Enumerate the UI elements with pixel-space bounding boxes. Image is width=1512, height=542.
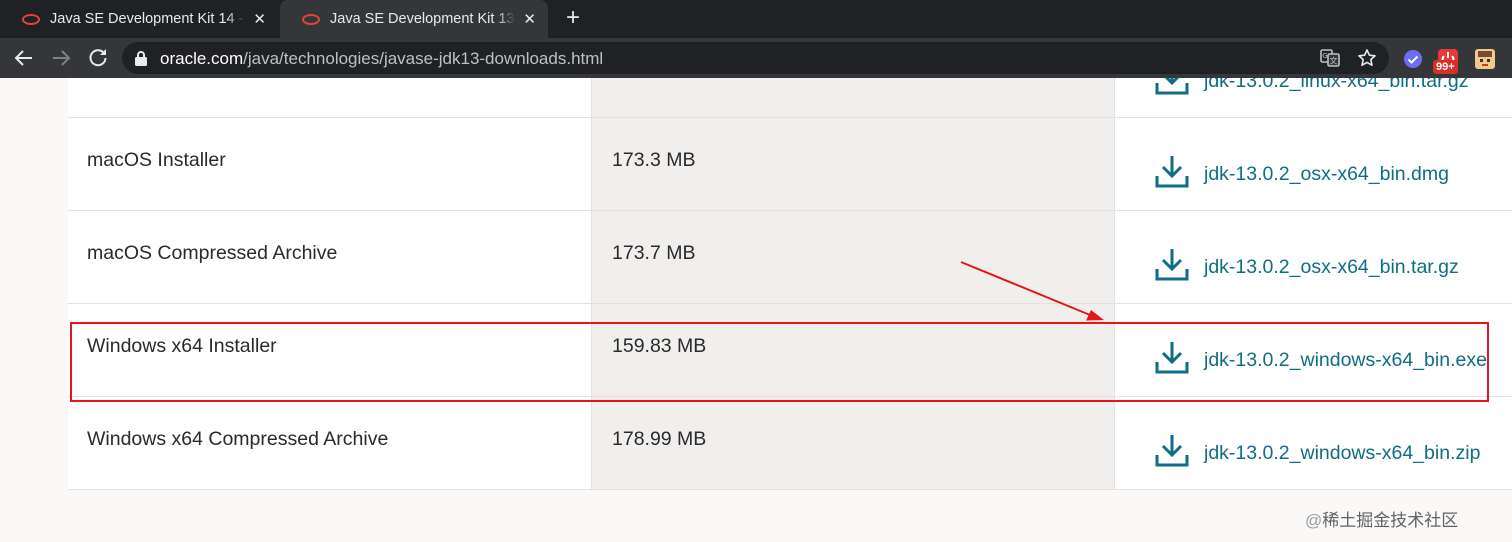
download-link[interactable]: jdk-13.0.2_windows-x64_bin.zip [1204, 442, 1480, 465]
download-icon[interactable] [1155, 154, 1189, 188]
star-icon[interactable] [1357, 48, 1377, 68]
downloads-table: Linux Compressed Archive 171.7 MB jdk-13.0… [68, 78, 1512, 490]
table-row: Windows x64 Compressed Archive 178.99 MB j… [68, 397, 1512, 490]
file-size-cell: 171.7 MB [591, 78, 1115, 117]
file-size: 173.3 MB [612, 149, 696, 171]
profile-avatar-icon[interactable] [1474, 48, 1496, 70]
description-cell: Windows x64 Compressed Archive [68, 397, 591, 489]
svg-text:文: 文 [1330, 56, 1338, 66]
close-icon[interactable]: ✕ [253, 10, 266, 28]
description-cell: Windows x64 Installer [68, 304, 591, 396]
oracle-icon [302, 13, 320, 25]
product-description: Linux Compressed Archive [87, 78, 319, 79]
download-icon[interactable] [1155, 78, 1189, 95]
download-cell: jdk-13.0.2_windows-x64_bin.exe [1115, 304, 1512, 396]
extension-check-icon[interactable] [1402, 48, 1424, 70]
file-size-cell: 159.83 MB [591, 304, 1115, 396]
download-link[interactable]: jdk-13.0.2_osx-x64_bin.tar.gz [1204, 256, 1459, 279]
table-row: macOS Compressed Archive 173.7 MB jdk-13.0… [68, 211, 1512, 304]
address-bar[interactable]: oracle.com/java/technologies/javase-jdk1… [122, 42, 1389, 74]
browser-toolbar: oracle.com/java/technologies/javase-jdk1… [0, 38, 1512, 78]
product-description: Windows x64 Compressed Archive [87, 428, 389, 450]
file-size: 173.7 MB [612, 242, 696, 264]
table-row: Windows x64 Installer 159.83 MB jdk-13.0.2… [68, 304, 1512, 397]
lock-icon [135, 51, 147, 66]
download-icon[interactable] [1155, 340, 1189, 374]
close-icon[interactable]: ✕ [523, 10, 536, 28]
download-icon[interactable] [1155, 433, 1189, 467]
description-cell: macOS Installer [68, 118, 591, 210]
download-link[interactable]: jdk-13.0.2_linux-x64_bin.tar.gz [1204, 78, 1469, 93]
tab-strip: Java SE Development Kit 14 - Downloads ✕… [0, 0, 1512, 38]
product-description: macOS Compressed Archive [87, 242, 338, 264]
reload-icon[interactable] [86, 46, 110, 70]
translate-icon[interactable]: 文 G [1320, 48, 1340, 68]
new-tab-button[interactable]: + [560, 6, 586, 32]
watermark: @稀土掘金技术社区 [1305, 511, 1459, 530]
extension-badge: 99+ [1433, 60, 1458, 74]
file-size: 159.83 MB [612, 335, 707, 357]
file-size-cell: 178.99 MB [591, 397, 1115, 489]
download-cell: jdk-13.0.2_osx-x64_bin.dmg [1115, 118, 1512, 210]
url-text: oracle.com/java/technologies/javase-jdk1… [160, 49, 604, 68]
tab-title: Java SE Development Kit 14 - Downloads [50, 11, 246, 27]
svg-text:G: G [1322, 52, 1327, 60]
page-viewport: Linux Compressed Archive 171.7 MB jdk-13.0… [0, 78, 1512, 542]
forward-arrow-icon[interactable] [49, 46, 73, 70]
download-link[interactable]: jdk-13.0.2_osx-x64_bin.dmg [1204, 163, 1449, 186]
oracle-icon [22, 13, 40, 25]
table-row: macOS Installer 173.3 MB jdk-13.0.2_osx-x6… [68, 118, 1512, 211]
file-size: 171.7 MB [612, 78, 695, 79]
product-description: macOS Installer [87, 149, 226, 171]
download-cell: jdk-13.0.2_windows-x64_bin.zip [1115, 397, 1512, 489]
back-arrow-icon[interactable] [12, 46, 36, 70]
download-cell: jdk-13.0.2_linux-x64_bin.tar.gz [1115, 78, 1512, 117]
download-link[interactable]: jdk-13.0.2_windows-x64_bin.exe [1204, 349, 1487, 372]
description-cell: macOS Compressed Archive [68, 211, 591, 303]
file-size-cell: 173.3 MB [591, 118, 1115, 210]
description-cell: Linux Compressed Archive [68, 78, 591, 117]
download-icon[interactable] [1155, 247, 1189, 281]
file-size-cell: 173.7 MB [591, 211, 1115, 303]
tab-jdk13[interactable]: Java SE Development Kit 13 - Downloads ✕ [280, 0, 548, 38]
tab-title: Java SE Development Kit 13 - Downloads [330, 11, 516, 27]
download-cell: jdk-13.0.2_osx-x64_bin.tar.gz [1115, 211, 1512, 303]
file-size: 178.99 MB [612, 428, 707, 450]
tab-jdk14[interactable]: Java SE Development Kit 14 - Downloads ✕ [0, 0, 278, 38]
table-row: Linux Compressed Archive 171.7 MB jdk-13.0… [68, 78, 1512, 118]
product-description: Windows x64 Installer [87, 335, 277, 357]
